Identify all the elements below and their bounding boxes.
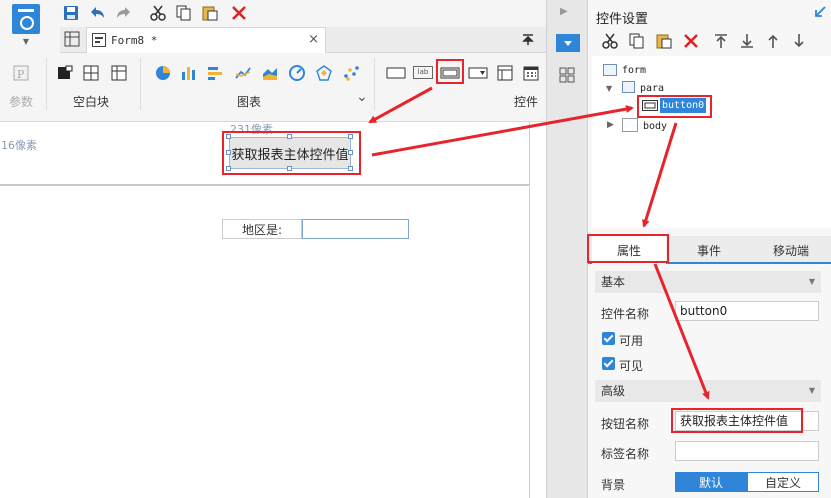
arrow-canvas-to-tree [371, 105, 634, 157]
annotation-arrows [368, 86, 710, 400]
arrow-tree-to-tab [641, 122, 678, 228]
arrow-tab-to-field [653, 263, 710, 400]
arrow-ribbon-to-canvas [368, 86, 433, 124]
